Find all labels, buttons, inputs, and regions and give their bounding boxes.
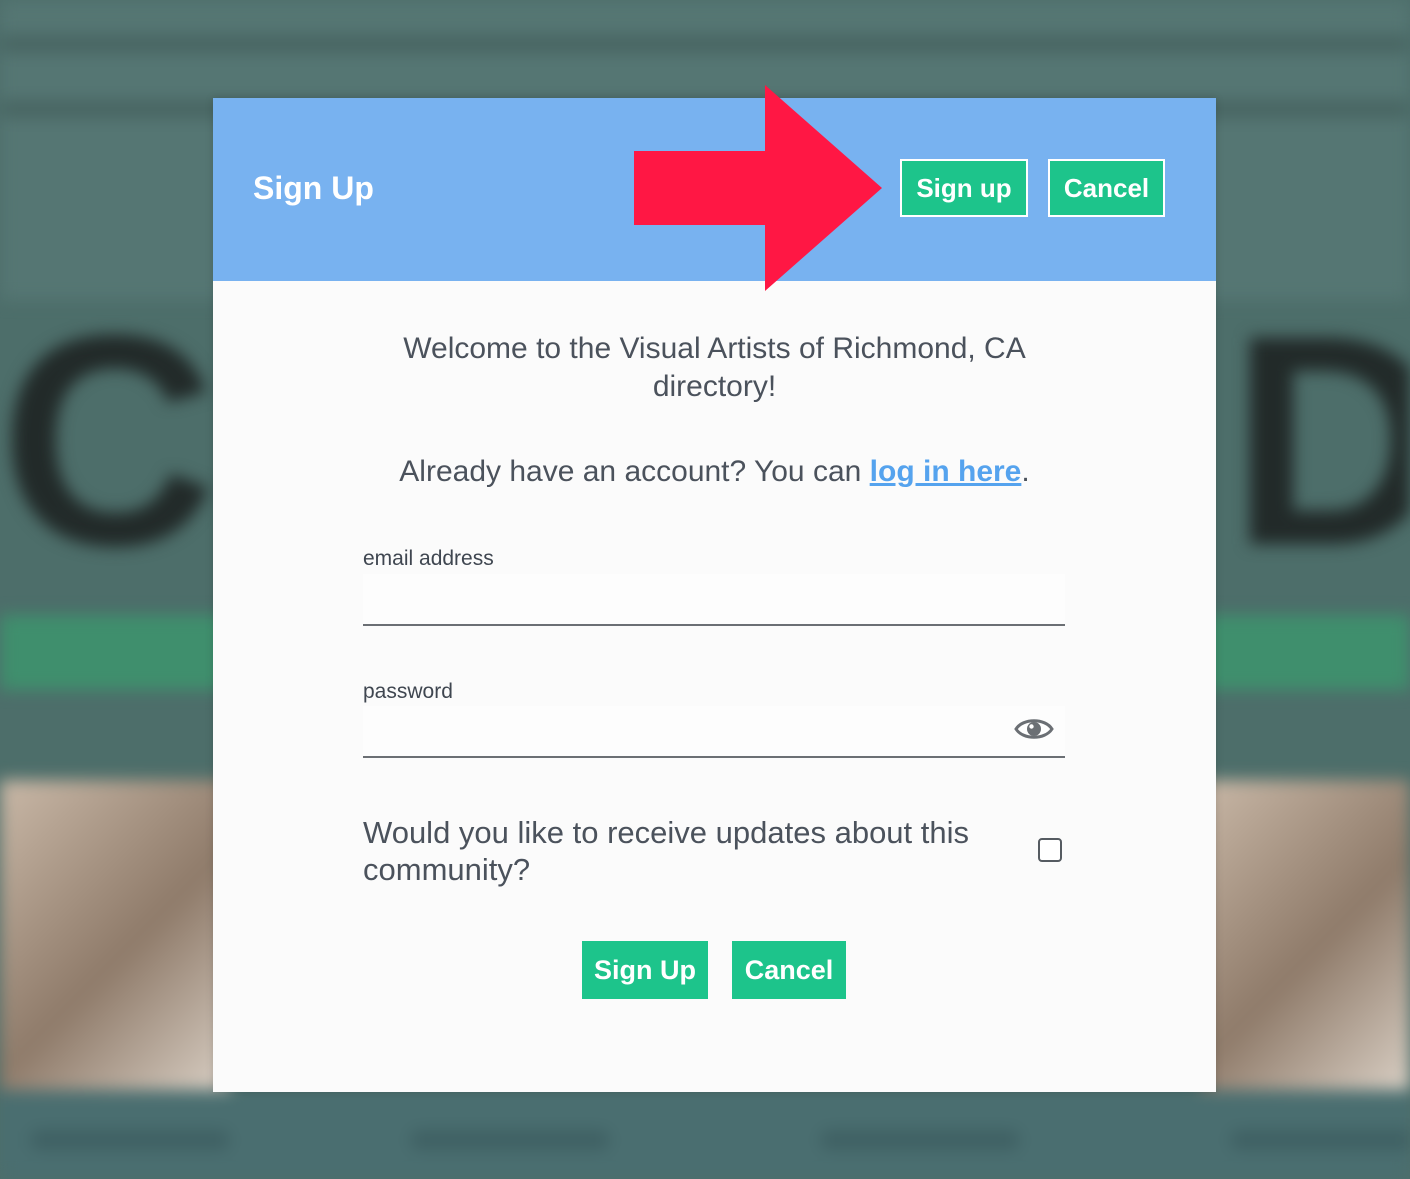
background-footer-item [410,1130,610,1150]
background-photo [1200,780,1410,1090]
email-field[interactable] [363,574,1065,626]
login-prompt-suffix: . [1021,455,1030,488]
password-field[interactable] [363,706,1065,758]
header-cancel-button[interactable]: Cancel [1048,159,1165,217]
background-photo [0,780,230,1090]
login-link[interactable]: log in here [870,455,1022,488]
updates-question: Would you like to receive updates about … [363,815,970,887]
email-label: email address [363,547,494,570]
login-prompt: Already have an account? You can log in … [313,455,1116,489]
background-footer-item [820,1130,1020,1150]
background-nav-bar [1200,615,1410,690]
background-footer-item [1230,1130,1410,1150]
updates-checkbox[interactable] [1038,838,1062,862]
background-logo-left: C [0,272,217,608]
welcome-message: Welcome to the Visual Artists of Richmon… [403,332,1026,403]
background-text-line [0,35,1410,53]
header-signup-button[interactable]: Sign up [900,159,1028,217]
background-nav-bar [0,615,230,690]
modal-title: Sign Up [253,170,374,206]
login-prompt-text: Already have an account? You can [399,455,870,488]
background-footer-item [30,1130,230,1150]
cancel-button[interactable]: Cancel [732,941,846,999]
arrow-right-icon [634,85,882,291]
signup-button[interactable]: Sign Up [582,941,708,999]
password-label: password [363,680,453,703]
eye-icon[interactable] [1014,716,1054,742]
background-logo-right: DIR [1230,272,1410,608]
